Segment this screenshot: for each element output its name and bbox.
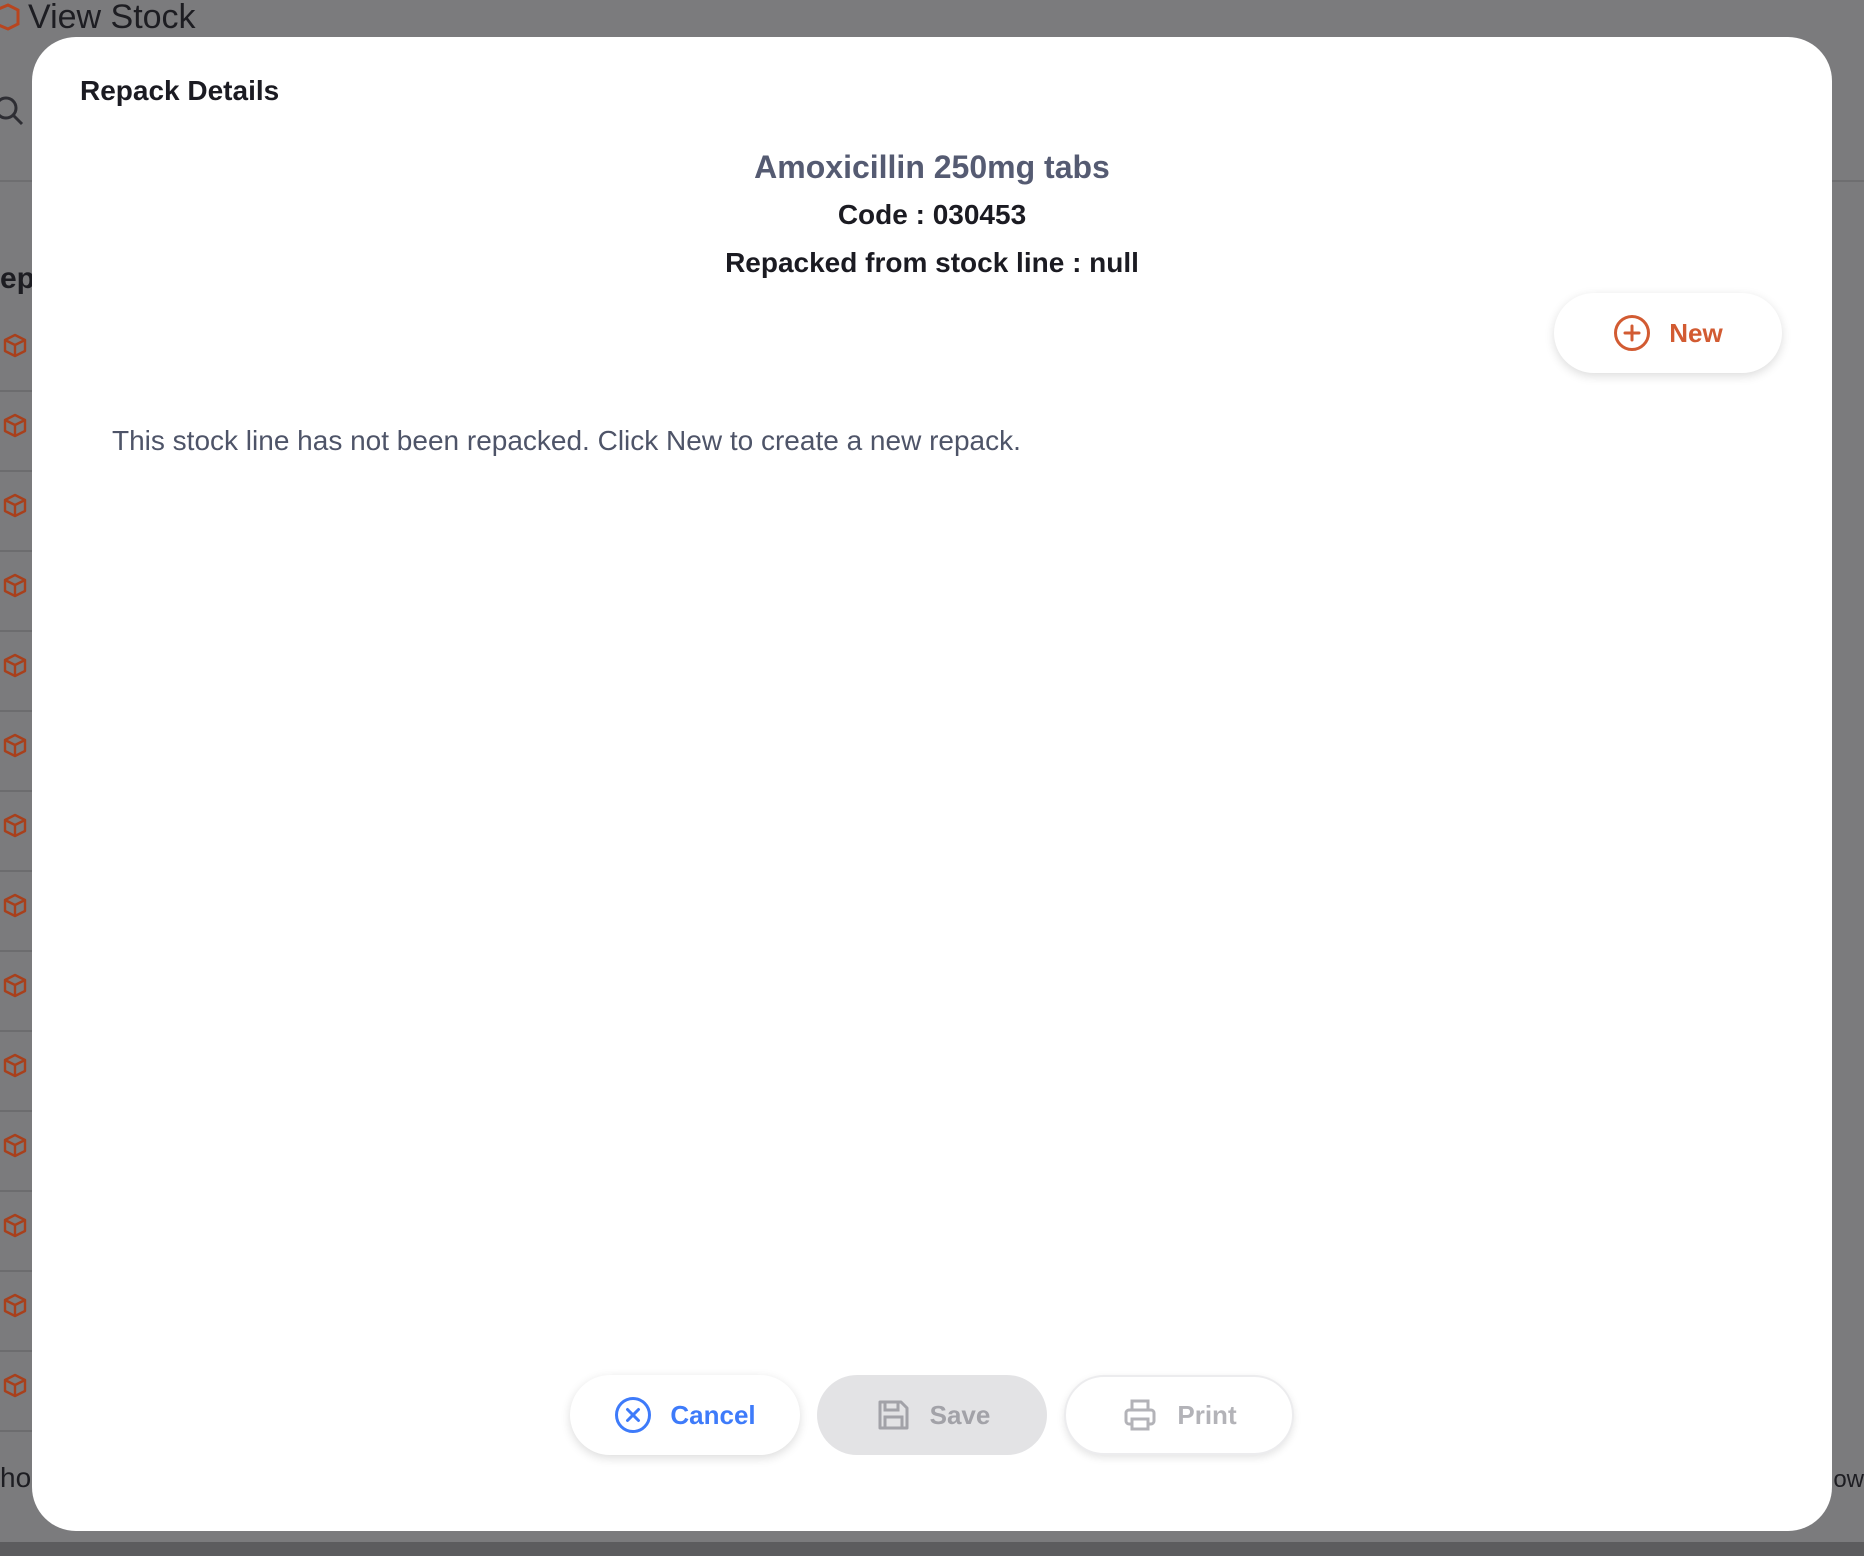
package-icon [3, 893, 27, 918]
package-icon [3, 813, 27, 838]
package-icon [3, 1053, 27, 1078]
cancel-button-label: Cancel [670, 1399, 756, 1430]
package-icon [3, 653, 27, 678]
background-column-header: epa [0, 262, 32, 295]
new-repack-button[interactable]: New [1554, 293, 1782, 373]
search-icon [0, 96, 24, 126]
item-code: Code : 030453 [837, 199, 1027, 230]
modal-title: Repack Details [80, 75, 280, 106]
package-icon [3, 1133, 27, 1158]
background-title: View Stock [0, 0, 196, 34]
package-icon [3, 493, 27, 518]
plus-circle-icon [1614, 315, 1651, 351]
package-icon [3, 573, 27, 598]
package-icon [3, 333, 27, 358]
print-button[interactable]: Print [1064, 1375, 1294, 1455]
item-name: Amoxicillin 250mg tabs [754, 149, 1110, 185]
background-title-text: View Stock [28, 0, 196, 36]
package-icon [3, 1293, 27, 1318]
floppy-disk-icon [878, 1400, 909, 1430]
empty-state-message: This stock line has not been repacked. C… [112, 425, 1021, 456]
package-icon [3, 1373, 27, 1398]
item-header: Amoxicillin 250mg tabs Code : 030453 Rep… [32, 147, 1832, 283]
printer-icon [1124, 1399, 1156, 1431]
print-button-label: Print [1177, 1399, 1237, 1430]
package-icon [3, 413, 27, 438]
package-icon [3, 1213, 27, 1238]
save-button-label: Save [929, 1399, 991, 1430]
repacked-from-line: Repacked from stock line : null [725, 247, 1139, 278]
package-icon [3, 733, 27, 758]
cancel-button[interactable]: Cancel [570, 1375, 800, 1455]
close-circle-icon [615, 1397, 652, 1433]
new-button-label: New [1669, 317, 1723, 348]
background-footer-left: ho [0, 1462, 32, 1493]
repack-details-modal: Repack Details Amoxicillin 250mg tabs Co… [32, 37, 1832, 1531]
background-bottom-bar [0, 1542, 1864, 1556]
package-icon [3, 973, 27, 998]
save-button[interactable]: Save [817, 1375, 1047, 1455]
background-footer-right: ow [1833, 1466, 1864, 1493]
package-icon [0, 3, 20, 31]
